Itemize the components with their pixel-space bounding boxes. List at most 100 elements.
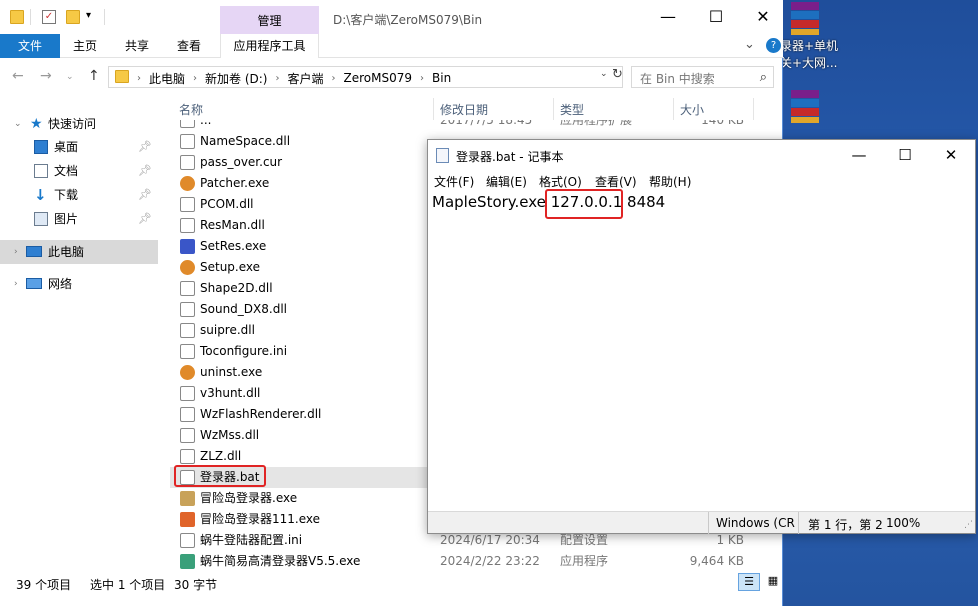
address-dropdown-icon[interactable]: ⌄: [600, 69, 608, 79]
menu-file[interactable]: 文件(F): [434, 173, 474, 190]
search-icon[interactable]: ⌕: [760, 70, 767, 85]
column-header-type[interactable]: 类型: [560, 101, 584, 118]
folder-icon: [10, 10, 24, 24]
close-button[interactable]: ✕: [740, 2, 786, 32]
chevron-right-icon[interactable]: ›: [14, 272, 18, 296]
column-header-name[interactable]: 名称: [179, 101, 203, 118]
breadcrumb-bin[interactable]: Bin: [426, 71, 457, 85]
help-icon[interactable]: ?: [766, 38, 781, 53]
notepad-title: 登录器.bat - 记事本: [456, 150, 564, 164]
setres-app-icon: [180, 239, 195, 254]
file-size: 9,464 KB: [689, 554, 744, 568]
close-button[interactable]: ✕: [928, 140, 974, 171]
resize-grip-icon[interactable]: ⋰: [964, 520, 973, 530]
new-folder-icon[interactable]: [66, 10, 80, 24]
customize-quick-access-icon[interactable]: ▾: [86, 10, 91, 21]
large-icons-view-icon[interactable]: ▦: [764, 573, 782, 591]
context-tab-label[interactable]: 管理: [220, 12, 319, 29]
nav-item-this-pc[interactable]: › 此电脑: [0, 240, 158, 264]
expand-ribbon-icon[interactable]: ⌄: [744, 37, 755, 52]
column-header-date[interactable]: 修改日期: [440, 101, 488, 118]
dll-file-icon: [180, 428, 195, 443]
menu-help[interactable]: 帮助(H): [649, 173, 691, 190]
computer-icon: [26, 246, 42, 257]
documents-icon: [34, 164, 48, 178]
chevron-right-icon[interactable]: ›: [273, 73, 281, 84]
file-type: 应用程序: [560, 554, 609, 568]
refresh-icon[interactable]: ↻: [612, 67, 623, 82]
maple-app-icon: [180, 260, 195, 275]
file-name: Sound_DX8.dll: [200, 302, 287, 316]
tab-share[interactable]: 共享: [112, 34, 162, 58]
nav-label: 文档: [54, 164, 79, 178]
nav-item-quick-access[interactable]: ⌄ ★ 快速访问: [0, 112, 158, 136]
chevron-right-icon[interactable]: ›: [135, 73, 143, 84]
tab-file[interactable]: 文件: [0, 34, 60, 58]
chevron-right-icon[interactable]: ›: [330, 73, 338, 84]
breadcrumb-drive-d[interactable]: 新加卷 (D:): [199, 70, 273, 87]
breadcrumb: › 此电脑 › 新加卷 (D:) › 客户端 › ZeroMS079 › Bin: [135, 70, 457, 86]
chevron-right-icon[interactable]: ›: [418, 73, 426, 84]
column-header-size[interactable]: 大小: [680, 101, 704, 118]
nav-label: 桌面: [54, 140, 79, 154]
address-bar[interactable]: › 此电脑 › 新加卷 (D:) › 客户端 › ZeroMS079 › Bin: [108, 66, 623, 88]
column-divider[interactable]: [553, 98, 554, 120]
notepad-window: 登录器.bat - 记事本 — ☐ ✕ 文件(F) 编辑(E) 格式(O) 查看…: [427, 139, 976, 534]
nav-item-documents[interactable]: 文档 📌︎: [0, 159, 158, 183]
chevron-down-icon[interactable]: ⌄: [14, 112, 22, 136]
maximize-button[interactable]: ☐: [693, 2, 739, 32]
desktop-shortcut-label[interactable]: 关+大网...: [780, 55, 838, 71]
back-arrow-icon[interactable]: ←: [12, 68, 24, 84]
chevron-right-icon[interactable]: ›: [14, 240, 18, 264]
file-name: suipre.dll: [200, 323, 255, 337]
network-icon: [26, 278, 42, 289]
breadcrumb-zeroms079[interactable]: ZeroMS079: [338, 71, 419, 85]
maximize-button[interactable]: ☐: [882, 140, 928, 171]
desktop-shortcut-label[interactable]: 录器+单机: [780, 38, 838, 54]
notepad-text-area[interactable]: MapleStory.exe 127.0.0.1 8484: [428, 191, 975, 511]
nav-item-pictures[interactable]: 图片 📌︎: [0, 207, 158, 231]
properties-icon[interactable]: ✓: [42, 10, 56, 24]
column-divider[interactable]: [673, 98, 674, 120]
minimize-button[interactable]: —: [836, 140, 882, 171]
nav-item-downloads[interactable]: ↓ 下载 📌︎: [0, 183, 158, 207]
minimize-button[interactable]: —: [645, 2, 691, 32]
dll-file-icon: [180, 281, 195, 296]
file-type: 应用程序扩展: [560, 120, 633, 127]
dll-file-icon: [180, 134, 195, 149]
chevron-right-icon[interactable]: ›: [191, 73, 199, 84]
up-arrow-icon[interactable]: ↑: [88, 68, 100, 84]
pin-icon[interactable]: 📌︎: [138, 159, 152, 183]
file-name: 冒险岛登录器111.exe: [200, 512, 321, 526]
pin-icon[interactable]: 📌︎: [138, 135, 152, 159]
file-name: Toconfigure.ini: [200, 344, 288, 358]
winrar-archive-icon[interactable]: [789, 88, 821, 124]
menu-edit[interactable]: 编辑(E): [486, 173, 527, 190]
nav-item-desktop[interactable]: 桌面 📌︎: [0, 135, 158, 159]
nav-item-network[interactable]: › 网络: [0, 272, 158, 296]
dll-file-icon: [180, 218, 195, 233]
file-name: SetRes.exe: [200, 239, 267, 253]
menu-view[interactable]: 查看(V): [595, 173, 637, 190]
search-input[interactable]: 在 Bin 中搜索 ⌕: [631, 66, 774, 88]
pin-icon[interactable]: 📌︎: [138, 207, 152, 231]
column-divider[interactable]: [753, 98, 754, 120]
tab-app-tools[interactable]: 应用程序工具: [220, 34, 319, 58]
breadcrumb-this-pc[interactable]: 此电脑: [143, 70, 191, 87]
recent-locations-icon[interactable]: ⌄: [66, 72, 74, 82]
tab-view[interactable]: 查看: [164, 34, 214, 58]
file-name: WzFlashRenderer.dll: [200, 407, 322, 421]
details-view-icon[interactable]: ☰: [738, 573, 760, 591]
table-row[interactable]: ... 2017/7/5 18:45 应用程序扩展 140 KB: [170, 120, 783, 131]
column-divider[interactable]: [433, 98, 434, 120]
dll-file-icon: [180, 386, 195, 401]
winrar-archive-icon[interactable]: [789, 0, 821, 36]
desktop-icon: [34, 140, 48, 154]
table-row[interactable]: 蜗牛简易高清登录器V5.5.exe 2024/2/22 23:22 应用程序 9,46…: [170, 551, 783, 570]
breadcrumb-client[interactable]: 客户端: [281, 70, 329, 87]
forward-arrow-icon[interactable]: →: [40, 68, 52, 84]
pin-icon[interactable]: 📌︎: [138, 183, 152, 207]
nav-label: 网络: [48, 277, 73, 291]
tab-home[interactable]: 主页: [60, 34, 110, 58]
menu-format[interactable]: 格式(O): [539, 173, 582, 190]
